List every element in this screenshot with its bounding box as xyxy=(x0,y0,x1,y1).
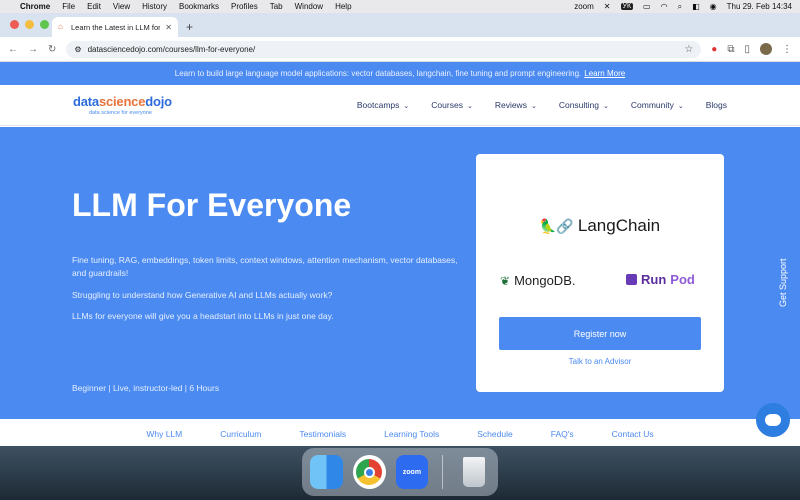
logo-part-dojo: dojo xyxy=(145,94,172,109)
chrome-icon[interactable] xyxy=(352,455,386,489)
mic-off-icon[interactable]: ✕ xyxy=(604,2,611,11)
section-tab-learning-tools[interactable]: Learning Tools xyxy=(384,429,439,446)
chevron-down-icon: ⌄ xyxy=(677,103,684,110)
chevron-down-icon: ⌄ xyxy=(530,103,537,110)
siri-icon[interactable]: ◉ xyxy=(710,2,717,11)
talk-to-advisor-link[interactable]: Talk to an Advisor xyxy=(476,357,724,366)
address-bar[interactable]: ⚙ datasciencedojo.com/courses/llm-for-ev… xyxy=(66,40,702,58)
menu-app-name[interactable]: Chrome xyxy=(20,2,50,11)
extensions-puzzle-icon[interactable]: ⧉ xyxy=(727,44,734,55)
main-nav: Bootcamps ⌄ Courses ⌄ Reviews ⌄ Consulting ⌄… xyxy=(357,100,727,110)
hero-paragraph-headstart: LLMs for everyone will give you a headst… xyxy=(72,311,334,321)
menu-tab[interactable]: Tab xyxy=(270,2,283,11)
leaf-icon: ❦ xyxy=(500,273,511,288)
menu-profiles[interactable]: Profiles xyxy=(231,2,258,11)
menu-bookmarks[interactable]: Bookmarks xyxy=(179,2,219,11)
side-panel-icon[interactable]: ▯ xyxy=(744,44,750,55)
hero-section: LLM For Everyone Fine tuning, RAG, embed… xyxy=(0,127,800,419)
maximize-window-button[interactable] xyxy=(40,20,49,29)
chevron-down-icon: ⌄ xyxy=(603,103,609,110)
url-text: datasciencedojo.com/courses/llm-for-ever… xyxy=(87,44,256,54)
parrot-link-icon: 🦜🔗 xyxy=(539,217,574,234)
battery-icon[interactable]: ▭ xyxy=(643,2,651,11)
announcement-bar: Learn to build large language model appl… xyxy=(0,62,800,85)
learn-more-link[interactable]: Learn More xyxy=(584,69,625,78)
tab-title: Learn the Latest in LLM for E xyxy=(71,22,161,32)
site-logo[interactable]: datasciencedojo data science for everyon… xyxy=(73,94,172,116)
hero-paragraph-topics: Fine tuning, RAG, embeddings, token limi… xyxy=(72,255,458,278)
nav-community[interactable]: Community ⌄ xyxy=(631,100,684,110)
site-info-icon[interactable]: ⚙ xyxy=(74,45,81,54)
section-tab-why-llm[interactable]: Why LLM xyxy=(146,429,182,446)
nav-consulting[interactable]: Consulting ⌄ xyxy=(559,100,609,110)
clock[interactable]: Thu 29. Feb 14:34 xyxy=(727,2,792,11)
nav-bootcamps[interactable]: Bootcamps ⌄ xyxy=(357,100,409,110)
macos-dock: zoom xyxy=(302,448,498,496)
get-support-tab[interactable]: Get Support xyxy=(778,258,788,307)
section-tab-contact[interactable]: Contact Us xyxy=(612,429,654,446)
control-center-icon[interactable]: ◧ xyxy=(692,2,700,11)
close-window-button[interactable] xyxy=(10,20,19,29)
search-icon[interactable]: ⌕ xyxy=(678,2,682,12)
bookmark-star-icon[interactable]: ☆ xyxy=(684,44,693,55)
tab-strip: ⌂ Learn the Latest in LLM for E ✕ + xyxy=(0,13,800,37)
menu-window[interactable]: Window xyxy=(295,2,323,11)
menu-edit[interactable]: Edit xyxy=(87,2,101,11)
site-header: datasciencedojo data science for everyon… xyxy=(0,85,800,126)
chat-bubble-icon xyxy=(765,414,781,426)
section-tab-curriculum[interactable]: Curriculum xyxy=(220,429,261,446)
keyboard-layout-badge[interactable]: УК xyxy=(620,3,634,10)
logo-part-data: data xyxy=(73,94,99,109)
course-meta: Beginner | Live, instructor-led | 6 Hour… xyxy=(72,383,220,393)
chevron-down-icon: ⌄ xyxy=(403,103,410,110)
cube-icon xyxy=(626,274,637,285)
nav-courses[interactable]: Courses ⌄ xyxy=(431,100,473,110)
langchain-logo: 🦜🔗 LangChain xyxy=(539,216,661,235)
section-tab-faqs[interactable]: FAQ's xyxy=(551,429,574,446)
forward-icon[interactable]: → xyxy=(28,44,38,55)
announcement-text: Learn to build large language model appl… xyxy=(174,69,582,78)
status-area: zoom ✕ УК ▭ ◠ ⌕ ◧ ◉ Thu 29. Feb 14:34 xyxy=(574,2,792,12)
chat-widget-button[interactable] xyxy=(756,403,790,437)
wifi-icon[interactable]: ◠ xyxy=(661,2,668,11)
menu-file[interactable]: File xyxy=(62,2,75,11)
page-title: LLM For Everyone xyxy=(72,187,352,223)
chevron-down-icon: ⌄ xyxy=(466,103,473,110)
window-controls xyxy=(10,20,49,29)
mongodb-logo: ❦ MongoDB. xyxy=(500,273,576,288)
dock-separator xyxy=(442,455,444,489)
browser-tab[interactable]: ⌂ Learn the Latest in LLM for E ✕ xyxy=(52,17,178,37)
menu-view[interactable]: View xyxy=(113,2,130,11)
nav-blogs[interactable]: Blogs xyxy=(706,100,727,110)
nav-reviews[interactable]: Reviews ⌄ xyxy=(495,100,537,110)
minimize-window-button[interactable] xyxy=(25,20,34,29)
menu-history[interactable]: History xyxy=(142,2,167,11)
logo-tagline: data science for everyone xyxy=(89,110,152,116)
favicon-icon: ⌂ xyxy=(58,22,63,31)
runpod-logo: Run Pod xyxy=(626,272,695,287)
back-icon[interactable]: ← xyxy=(8,44,18,55)
section-tab-schedule[interactable]: Schedule xyxy=(477,429,512,446)
finder-icon[interactable] xyxy=(310,455,343,489)
close-tab-icon[interactable]: ✕ xyxy=(165,23,172,32)
trash-icon[interactable] xyxy=(457,455,490,489)
kebab-menu-icon[interactable]: ⋮ xyxy=(782,44,792,55)
extension-icon[interactable]: ● xyxy=(711,44,717,55)
profile-avatar[interactable] xyxy=(760,43,772,55)
logo-part-science: science xyxy=(98,94,146,109)
reload-icon[interactable]: ↻ xyxy=(48,44,56,55)
browser-window: ⌂ Learn the Latest in LLM for E ✕ + ← → … xyxy=(0,13,800,446)
browser-toolbar: ← → ↻ ⚙ datasciencedojo.com/courses/llm-… xyxy=(0,37,800,62)
registration-card: 🦜🔗 LangChain ❦ MongoDB. Run Pod Register … xyxy=(476,154,724,392)
new-tab-icon[interactable]: + xyxy=(186,20,193,34)
zoom-status-label[interactable]: zoom xyxy=(574,2,594,11)
section-tab-testimonials[interactable]: Testimonials xyxy=(299,429,346,446)
zoom-app-icon[interactable]: zoom xyxy=(395,455,429,489)
section-tabs: Why LLM Curriculum Testimonials Learning… xyxy=(0,419,800,446)
register-now-button[interactable]: Register now xyxy=(499,317,701,350)
hero-paragraph-struggle: Struggling to understand how Generative … xyxy=(72,290,333,300)
menu-help[interactable]: Help xyxy=(335,2,351,11)
macos-menubar: Chrome File Edit View History Bookmarks … xyxy=(0,0,800,13)
